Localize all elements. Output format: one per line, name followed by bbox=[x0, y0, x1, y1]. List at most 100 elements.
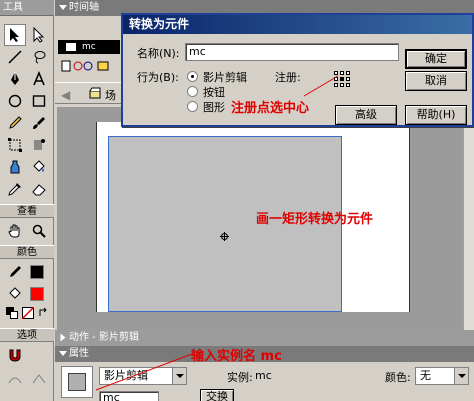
subselect-tool[interactable] bbox=[28, 24, 50, 46]
eyedropper-tool[interactable] bbox=[4, 178, 26, 200]
text-tool[interactable] bbox=[28, 68, 50, 90]
symbol-name-input[interactable]: mc bbox=[185, 43, 399, 61]
add-layer-icons[interactable] bbox=[58, 58, 120, 74]
behavior-option-graphic[interactable]: 图形 bbox=[203, 99, 225, 115]
free-transform-icon bbox=[8, 138, 22, 152]
hand-tool[interactable] bbox=[4, 220, 26, 242]
stroke-color-swatch[interactable] bbox=[30, 265, 44, 279]
lasso-tool[interactable] bbox=[28, 46, 50, 68]
stroke-color-tool[interactable] bbox=[4, 261, 26, 283]
instance-label: 实例: bbox=[227, 371, 253, 384]
ink-bottle-tool[interactable] bbox=[4, 156, 26, 178]
annotation-arrow bbox=[95, 353, 193, 391]
actions-panel-bar[interactable]: 动作 - 影片剪辑 bbox=[55, 330, 474, 346]
tools-panel: 工具 查看 颜色 选项 bbox=[0, 0, 54, 401]
subselect-icon bbox=[33, 27, 45, 43]
smooth-icon bbox=[8, 377, 22, 384]
collapse-triangle-icon bbox=[59, 351, 67, 356]
brush-icon bbox=[33, 117, 45, 129]
oval-icon bbox=[8, 94, 22, 108]
swap-symbol-button[interactable]: 交换 bbox=[200, 389, 234, 401]
lasso-icon bbox=[34, 51, 46, 64]
layer-name: mc bbox=[82, 42, 96, 52]
movie-clip-icon bbox=[68, 373, 86, 391]
behavior-radio-graphic[interactable] bbox=[187, 101, 198, 112]
collapse-triangle-icon bbox=[59, 5, 67, 10]
reg-point-mr[interactable] bbox=[346, 77, 350, 81]
behavior-radio-movieclip[interactable] bbox=[187, 71, 198, 82]
free-transform-tool[interactable] bbox=[4, 134, 26, 156]
annotation-draw-rect: 画一矩形转换为元件 bbox=[256, 212, 374, 227]
scene-clapper-icon bbox=[89, 87, 101, 99]
layer-row[interactable]: mc bbox=[58, 40, 120, 54]
layer-header bbox=[58, 18, 120, 38]
eyedropper-icon bbox=[8, 183, 21, 196]
color-effect-label: 颜色: bbox=[385, 371, 411, 384]
line-icon bbox=[8, 50, 22, 64]
layer-controls bbox=[58, 58, 120, 74]
default-colors-icon[interactable] bbox=[6, 307, 18, 319]
pen-tool[interactable] bbox=[4, 68, 26, 90]
zoom-tool[interactable] bbox=[28, 220, 50, 242]
stage-scrollbar[interactable] bbox=[463, 107, 474, 330]
behavior-radio-button[interactable] bbox=[187, 86, 198, 97]
cancel-button[interactable]: 取消 bbox=[405, 71, 467, 91]
instance-value: mc bbox=[255, 369, 272, 382]
behavior-option-movieclip[interactable]: 影片剪辑 bbox=[203, 69, 247, 85]
arrow-icon bbox=[10, 28, 19, 42]
view-section-label: 查看 bbox=[0, 204, 54, 218]
fill-transform-tool[interactable] bbox=[28, 134, 50, 156]
no-color-icon[interactable] bbox=[21, 306, 35, 320]
expand-triangle-icon bbox=[60, 333, 66, 342]
ok-button[interactable]: 确定 bbox=[405, 49, 467, 69]
dialog-title[interactable]: 转换为元件 bbox=[123, 15, 472, 34]
color-effect-value: 无 bbox=[420, 369, 431, 382]
smooth-option[interactable] bbox=[4, 368, 26, 390]
fill-color-swatch[interactable] bbox=[30, 287, 44, 301]
pencil-icon bbox=[9, 116, 22, 129]
behavior-option-button[interactable]: 按钮 bbox=[203, 84, 225, 100]
text-a-icon bbox=[33, 71, 45, 86]
straighten-option[interactable] bbox=[28, 368, 50, 390]
tools-panel-title: 工具 bbox=[0, 0, 54, 16]
fill-color-tool[interactable] bbox=[4, 283, 26, 305]
pen-icon bbox=[11, 72, 19, 85]
help-button[interactable]: 帮助(H) bbox=[405, 105, 467, 125]
magnet-icon bbox=[9, 349, 21, 362]
snap-magnet-tool[interactable] bbox=[4, 344, 26, 366]
name-label: 名称(N): bbox=[137, 47, 180, 60]
swap-colors-icon[interactable] bbox=[38, 307, 50, 319]
paint-bucket-icon bbox=[33, 160, 45, 172]
layer-page-icon bbox=[66, 43, 76, 51]
annotation-instance-name: 输入实例名 mc bbox=[191, 349, 282, 364]
straighten-icon bbox=[32, 374, 46, 384]
options-section-label: 选项 bbox=[0, 328, 54, 342]
eraser-tool[interactable] bbox=[28, 178, 50, 200]
annotation-reg-arrow bbox=[303, 75, 339, 97]
registration-label: 注册: bbox=[275, 71, 301, 84]
eraser-icon bbox=[32, 184, 46, 196]
rectangle-tool[interactable] bbox=[28, 90, 50, 112]
pencil-stroke-icon bbox=[10, 266, 21, 277]
registration-point-icon bbox=[220, 231, 229, 241]
arrow-tool[interactable] bbox=[4, 24, 26, 46]
actions-panel-title: 动作 - 影片剪辑 bbox=[69, 332, 139, 343]
timeline-title: 时间轴 bbox=[69, 2, 99, 13]
brush-tool[interactable] bbox=[28, 112, 50, 134]
scene-label[interactable]: 场 bbox=[105, 87, 116, 103]
back-arrow-icon[interactable]: ◀ bbox=[61, 88, 70, 102]
annotation-reg-center: 注册点选中心 bbox=[231, 101, 310, 116]
pencil-tool[interactable] bbox=[4, 112, 26, 134]
advanced-button[interactable]: 高级 bbox=[335, 105, 397, 125]
paint-bucket-tool[interactable] bbox=[28, 156, 50, 178]
reg-point-tr[interactable] bbox=[346, 71, 350, 75]
oval-tool[interactable] bbox=[4, 90, 26, 112]
behavior-label: 行为(B): bbox=[137, 71, 179, 84]
line-tool[interactable] bbox=[4, 46, 26, 68]
hand-icon bbox=[8, 224, 20, 238]
zoom-magnifier-icon bbox=[32, 224, 46, 238]
paint-bucket-fill-icon bbox=[9, 287, 21, 299]
color-effect-dropdown[interactable]: 无 bbox=[415, 367, 469, 385]
fill-transform-icon bbox=[34, 139, 45, 150]
reg-point-br[interactable] bbox=[346, 83, 350, 87]
